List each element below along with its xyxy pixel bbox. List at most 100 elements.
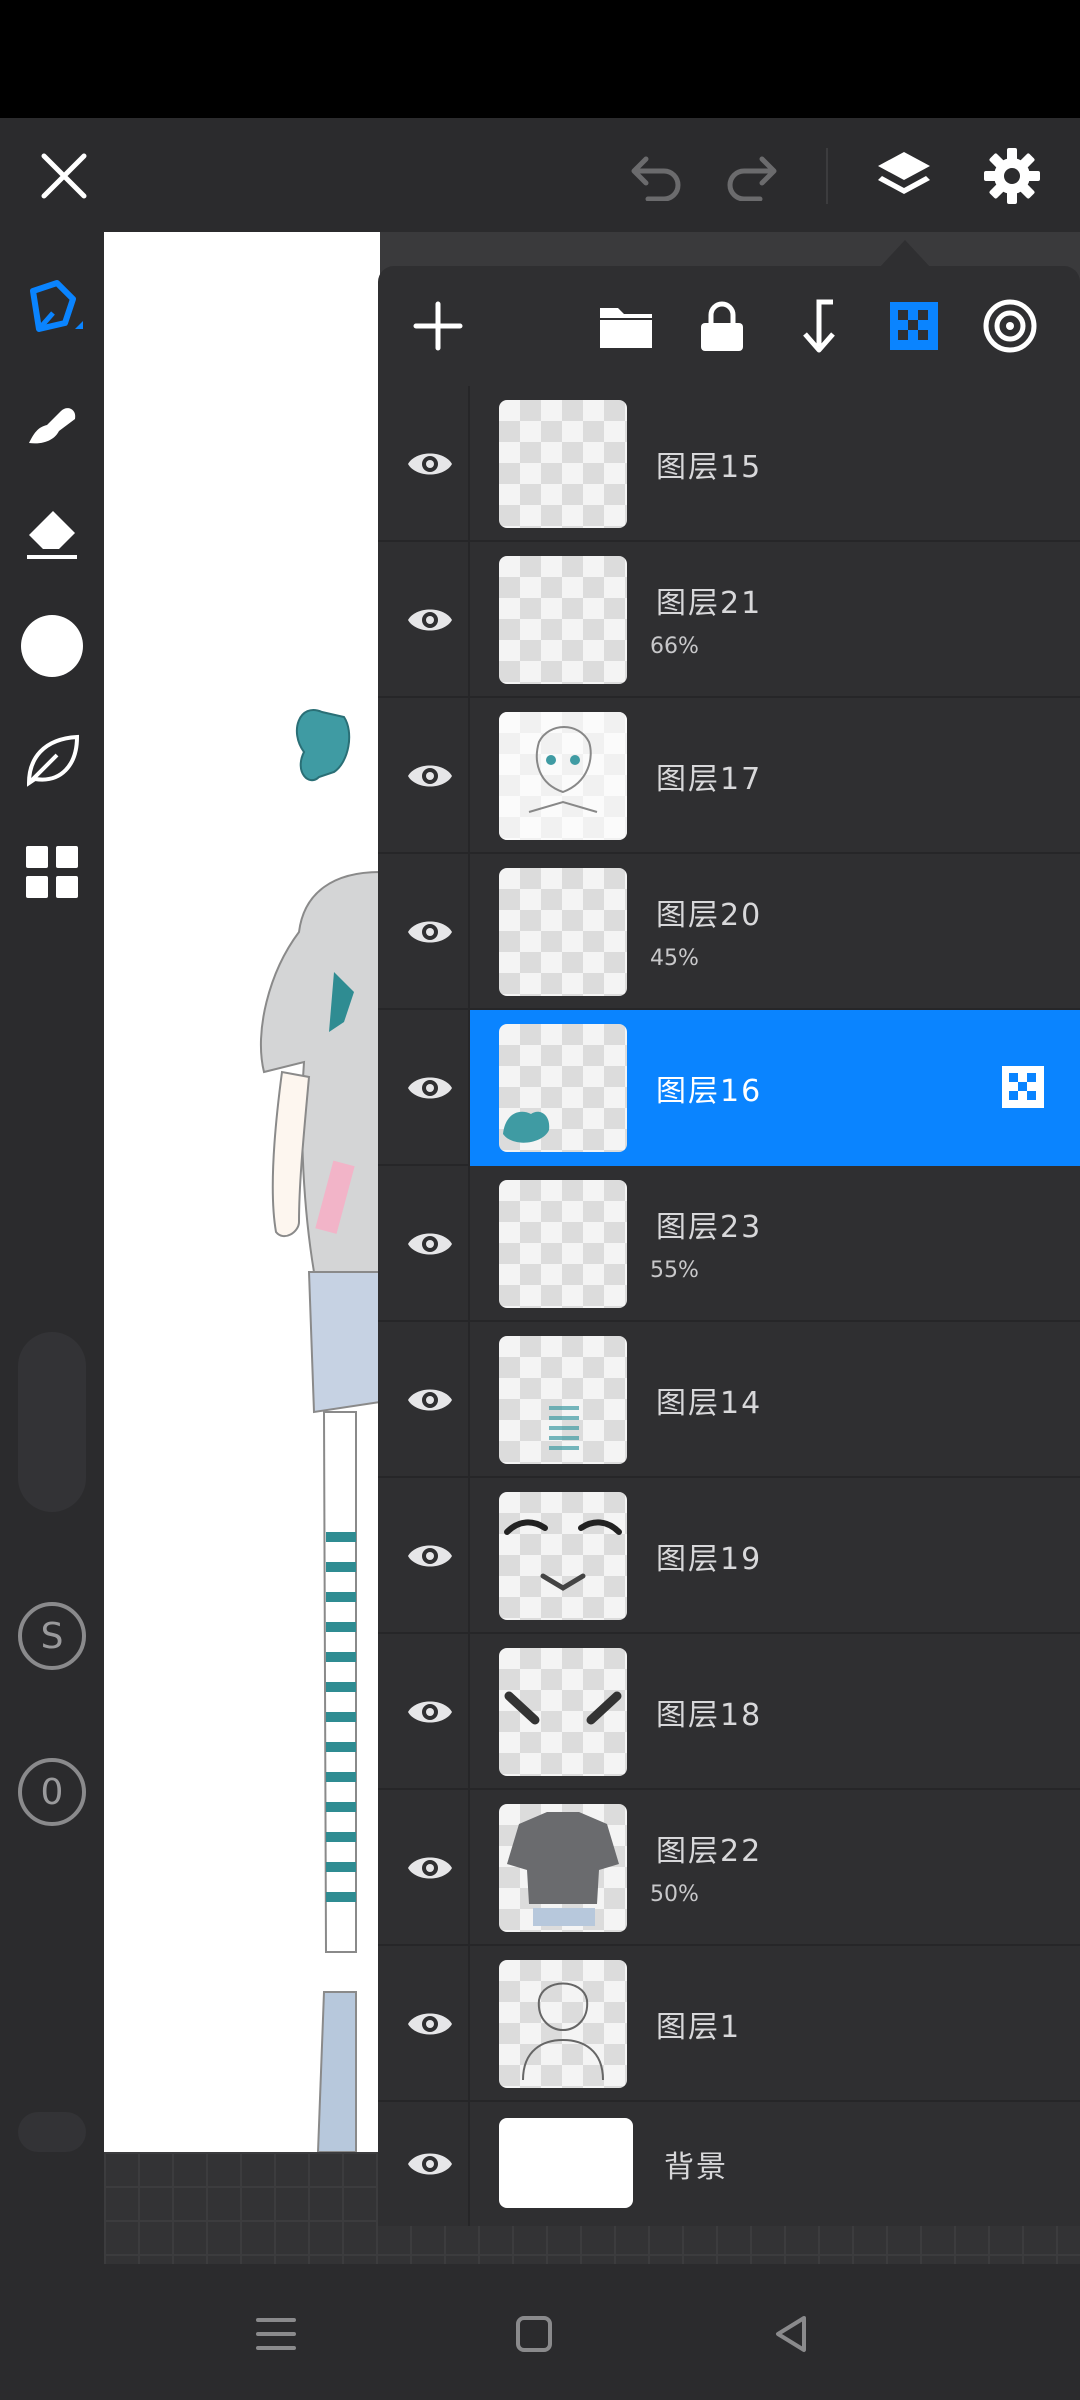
- toolbar-divider: [826, 148, 828, 204]
- layer-thumbnail-image: [549, 1406, 579, 1450]
- layer-thumbnail: [499, 1180, 627, 1308]
- layer-thumbnail: [499, 1336, 627, 1464]
- gear-icon[interactable]: [974, 138, 1050, 214]
- drawing-canvas[interactable]: [104, 232, 381, 2153]
- layer-thumbnail-image: [503, 1111, 550, 1143]
- eye-icon[interactable]: [396, 430, 464, 498]
- layer-row[interactable]: 图层22 50%: [378, 1790, 1080, 1946]
- layer-thumbnail: [499, 1024, 627, 1152]
- add-layer-icon[interactable]: [402, 290, 474, 362]
- panel-pointer: [879, 240, 931, 268]
- layer-opacity: 55%: [650, 1258, 699, 1283]
- eye-icon[interactable]: [396, 1366, 464, 1434]
- eye-icon[interactable]: [396, 1054, 464, 1122]
- row-divider: [468, 1634, 470, 1790]
- pen-tool-icon[interactable]: [12, 268, 92, 348]
- brush-tool-icon[interactable]: [12, 382, 92, 462]
- row-divider: [468, 1322, 470, 1478]
- layer-thumbnail-image: [522, 1982, 604, 2081]
- eye-icon[interactable]: [396, 1990, 464, 2058]
- merge-down-icon[interactable]: [782, 290, 854, 362]
- layer-row[interactable]: 图层15: [378, 386, 1080, 542]
- layer-name: 图层17: [656, 762, 763, 797]
- s-button[interactable]: S: [18, 1602, 86, 1670]
- opacity-slider[interactable]: [18, 2112, 86, 2152]
- system-nav-bar: [0, 2264, 1080, 2400]
- blend-icon[interactable]: [974, 290, 1046, 362]
- layer-row[interactable]: 图层18: [378, 1634, 1080, 1790]
- app-screen: S 0 图层15 图层21 66% 图层17 图层20 45% 图层16 图层2…: [0, 0, 1080, 2400]
- redo-icon[interactable]: [716, 140, 788, 212]
- status-bar: [0, 0, 1080, 118]
- folder-icon[interactable]: [590, 290, 662, 362]
- layer-opacity: 50%: [650, 1882, 699, 1907]
- layer-row[interactable]: 图层17: [378, 698, 1080, 854]
- back-icon[interactable]: [752, 2294, 832, 2374]
- row-divider: [468, 542, 470, 698]
- row-divider: [468, 2102, 470, 2226]
- layer-name: 图层1: [656, 2010, 742, 2045]
- layer-thumbnail: [499, 1960, 627, 2088]
- layer-thumbnail-image: [504, 1519, 622, 1591]
- eye-icon[interactable]: [396, 586, 464, 654]
- row-divider: [468, 854, 470, 1010]
- layer-name: 图层20: [656, 898, 763, 933]
- row-divider: [468, 1010, 470, 1166]
- color-swatch[interactable]: [12, 606, 92, 686]
- layer-name: 图层15: [656, 450, 763, 485]
- layer-name: 图层23: [656, 1210, 763, 1245]
- left-toolbar: S 0: [0, 232, 104, 2152]
- layer-thumbnail-image: [507, 1812, 619, 1926]
- row-divider: [468, 386, 470, 542]
- layer-thumbnail: [499, 556, 627, 684]
- layer-row[interactable]: 图层21 66%: [378, 542, 1080, 698]
- size-slider[interactable]: [18, 1332, 86, 1512]
- home-icon[interactable]: [494, 2294, 574, 2374]
- layer-panel: 图层15 图层21 66% 图层17 图层20 45% 图层16 图层23 55…: [378, 266, 1080, 2226]
- layer-row[interactable]: 图层20 45%: [378, 854, 1080, 1010]
- row-divider: [468, 1946, 470, 2102]
- eye-icon[interactable]: [396, 1210, 464, 1278]
- layer-thumbnail: [499, 2118, 633, 2208]
- layer-row[interactable]: 图层23 55%: [378, 1166, 1080, 1322]
- layer-name: 图层22: [656, 1834, 763, 1869]
- layer-thumbnail: [499, 868, 627, 996]
- lock-icon[interactable]: [686, 290, 758, 362]
- alpha-lock-indicator-icon[interactable]: [1000, 1064, 1046, 1110]
- layer-row-background[interactable]: 背景: [378, 2102, 1080, 2226]
- close-icon[interactable]: [28, 140, 100, 212]
- layer-name: 背景: [664, 2150, 728, 2185]
- eye-icon[interactable]: [396, 2130, 464, 2198]
- row-divider: [468, 1790, 470, 1946]
- alpha-lock-icon[interactable]: [878, 290, 950, 362]
- layer-row[interactable]: 图层1: [378, 1946, 1080, 2102]
- layer-name: 图层19: [656, 1542, 763, 1577]
- layer-name: 图层16: [656, 1074, 763, 1109]
- eraser-tool-icon[interactable]: [12, 494, 92, 574]
- layer-name: 图层21: [656, 586, 763, 621]
- layer-row[interactable]: 图层14: [378, 1322, 1080, 1478]
- layer-row-selected[interactable]: 图层16: [378, 1010, 1080, 1166]
- grid-tool-icon[interactable]: [12, 832, 92, 912]
- layer-thumbnail: [499, 1492, 627, 1620]
- top-toolbar: [0, 118, 1080, 232]
- eye-icon[interactable]: [396, 898, 464, 966]
- zero-button[interactable]: 0: [18, 1758, 86, 1826]
- layer-row[interactable]: 图层19: [378, 1478, 1080, 1634]
- menu-icon[interactable]: [236, 2294, 316, 2374]
- eye-icon[interactable]: [396, 1834, 464, 1902]
- layer-thumbnail: [499, 712, 627, 840]
- undo-icon[interactable]: [620, 140, 692, 212]
- layers-icon[interactable]: [866, 138, 942, 214]
- layer-thumbnail-image: [504, 1691, 622, 1725]
- row-divider: [468, 698, 470, 854]
- eye-icon[interactable]: [396, 1522, 464, 1590]
- row-divider: [468, 1478, 470, 1634]
- layer-name: 图层14: [656, 1386, 763, 1421]
- eye-icon[interactable]: [396, 1678, 464, 1746]
- layer-thumbnail: [499, 1804, 627, 1932]
- eye-icon[interactable]: [396, 742, 464, 810]
- artwork-image: [259, 709, 381, 2153]
- layer-thumbnail: [499, 1648, 627, 1776]
- leaf-tool-icon[interactable]: [12, 720, 92, 800]
